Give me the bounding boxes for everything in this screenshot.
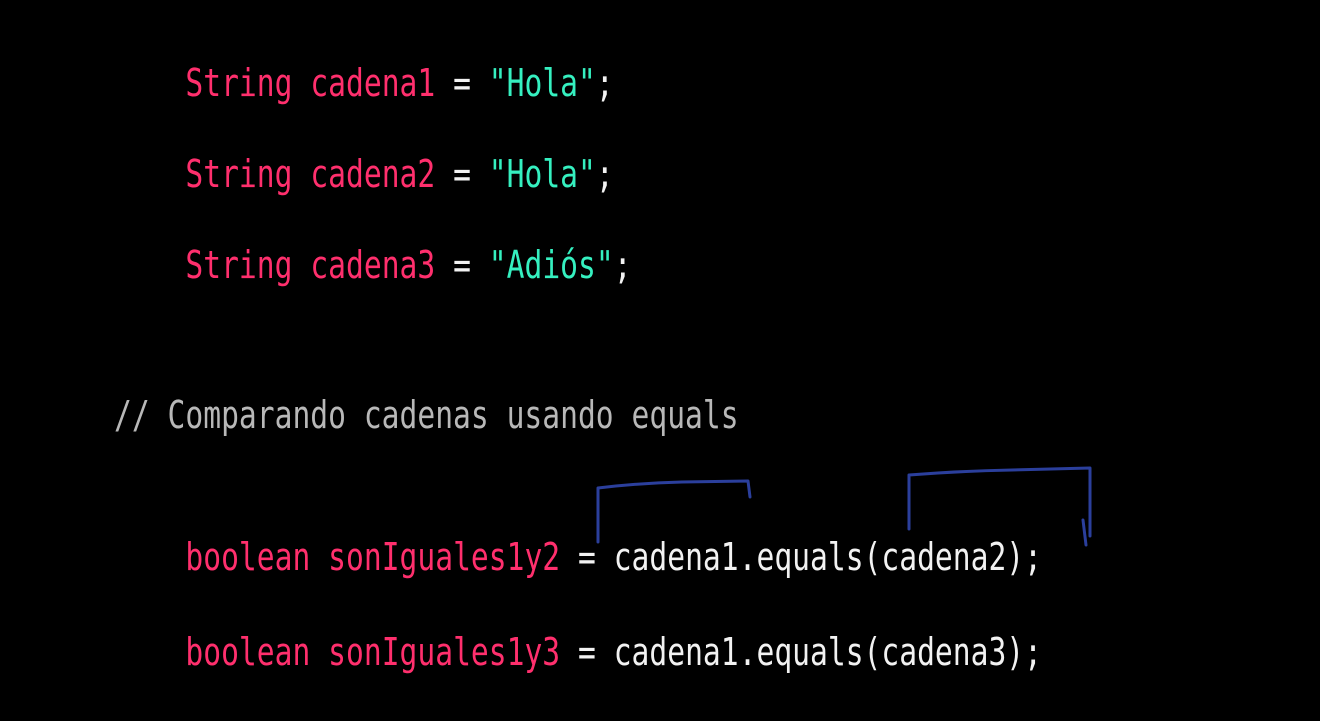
variable-name: cadena3 [310,243,436,287]
assignment-operator: = [578,630,596,674]
type-keyword: boolean [185,630,311,674]
type-keyword: String [185,152,293,196]
code-line-6: boolean sonIguales1y3 = cadena1.equals(c… [114,583,1042,721]
code-line-3: String cadena3 = "Adiós"; [114,196,632,334]
variable-name: cadena2 [310,152,436,196]
type-keyword: String [185,243,293,287]
type-keyword: boolean [185,535,311,579]
assignment-operator: = [453,152,471,196]
type-keyword: String [185,61,293,105]
string-literal: "Adiós" [488,243,614,287]
semicolon: ; [595,61,614,105]
assignment-operator: = [453,61,471,105]
variable-name: sonIguales1y3 [328,630,561,674]
assignment-operator: = [578,535,596,579]
method-call: cadena1.equals(cadena3) [613,630,1025,674]
variable-name: cadena1 [310,61,436,105]
method-call: cadena1.equals(cadena2) [613,535,1025,579]
semicolon: ; [595,152,614,196]
semicolon: ; [1024,630,1043,674]
string-literal: "Hola" [488,152,596,196]
semicolon: ; [1024,535,1043,579]
semicolon: ; [613,243,632,287]
code-editor: String cadena1 = "Hola"; String cadena2 … [0,0,1320,686]
assignment-operator: = [453,243,471,287]
comment-line: // Comparando cadenas usando equals [114,393,739,437]
variable-name: sonIguales1y2 [328,535,561,579]
string-literal: "Hola" [488,61,596,105]
